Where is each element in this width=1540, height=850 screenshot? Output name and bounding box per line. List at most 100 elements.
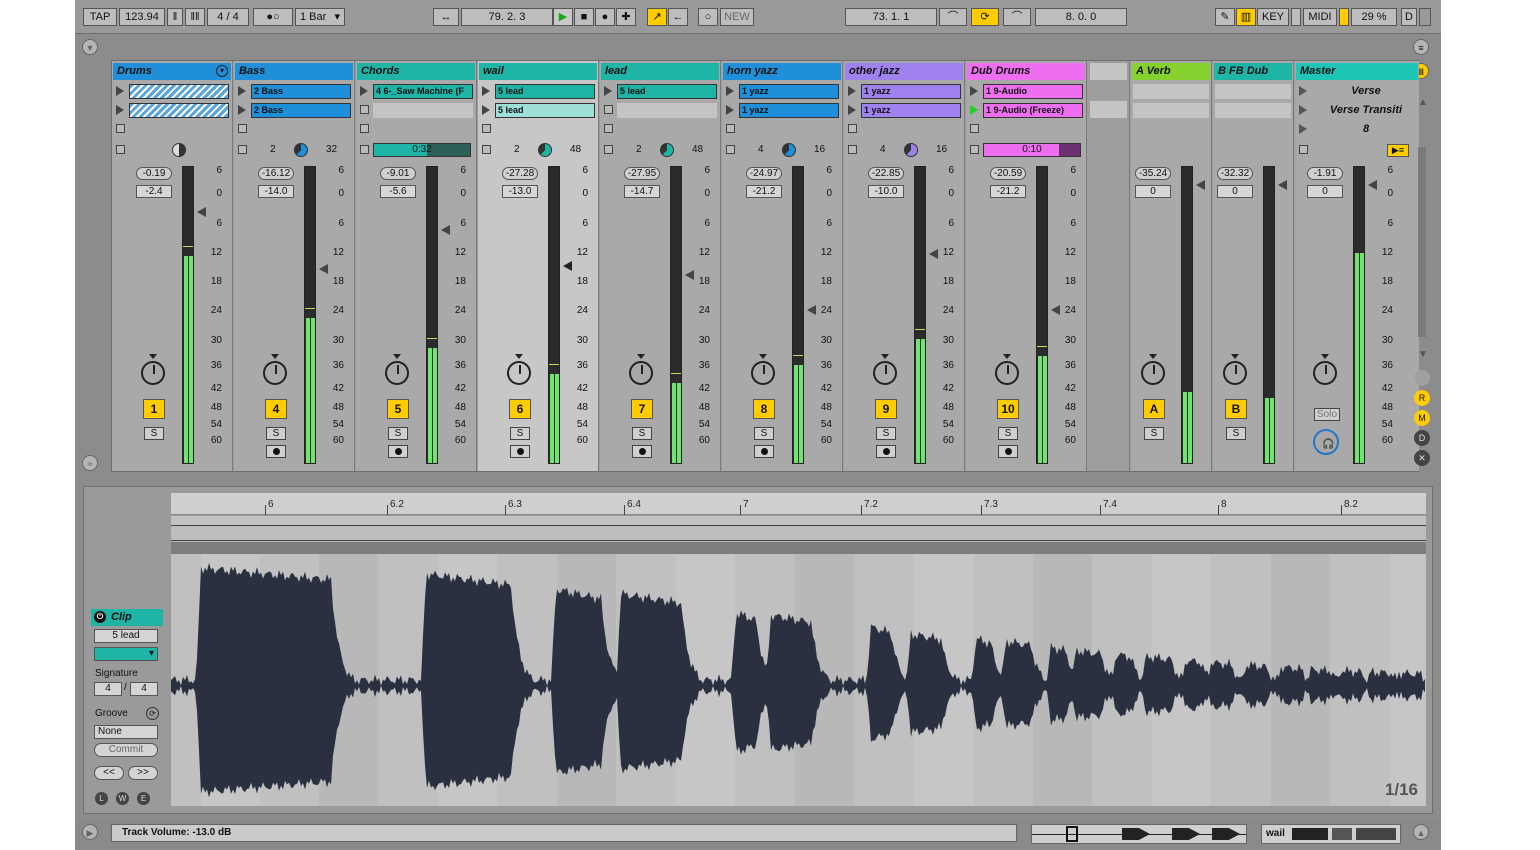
volume-field[interactable]: -14.0 bbox=[258, 185, 294, 198]
clip-slot[interactable]: 1 yazz bbox=[722, 101, 842, 120]
track-lead[interactable]: lead 5 lead 2 48 -27.95 -14.7 6 0 6 12 18 24 30 36 42 4… bbox=[600, 61, 721, 471]
scene[interactable]: Verse Transiti bbox=[1295, 101, 1419, 120]
clip-slot[interactable]: 1 yazz bbox=[844, 82, 964, 101]
track-activator-button[interactable]: 4 bbox=[265, 399, 287, 419]
clip-name-field[interactable]: 5 lead bbox=[94, 629, 158, 643]
volume-field[interactable]: -5.6 bbox=[380, 185, 416, 198]
metronome-button[interactable]: ●○ bbox=[253, 8, 293, 26]
peak-level-display[interactable]: -24.97 bbox=[746, 167, 782, 180]
clip-slot[interactable] bbox=[600, 101, 720, 120]
stop-clips-icon[interactable] bbox=[604, 124, 613, 133]
track-stop-icon[interactable] bbox=[360, 145, 369, 154]
peak-level-display[interactable]: -16.12 bbox=[258, 167, 294, 180]
peak-level-display[interactable]: -27.28 bbox=[502, 167, 538, 180]
solo-button[interactable]: S bbox=[998, 427, 1018, 440]
automation-arm-icon[interactable]: ↗ bbox=[647, 8, 667, 26]
clip[interactable]: 1 9-Audio bbox=[983, 84, 1083, 99]
sample-box-icon[interactable]: W bbox=[116, 792, 129, 805]
clip-color-dropdown[interactable]: ▾ bbox=[94, 647, 158, 661]
volume-field[interactable]: -21.2 bbox=[990, 185, 1026, 198]
clip[interactable]: 1 yazz bbox=[739, 103, 839, 118]
hide-detail-right-icon[interactable]: ▲ bbox=[1413, 824, 1429, 840]
scroll-down-icon[interactable]: ▼ bbox=[1418, 349, 1428, 360]
track-title[interactable]: Drums bbox=[113, 63, 231, 80]
scene-launch-icon[interactable] bbox=[1299, 105, 1307, 115]
pan-knob[interactable] bbox=[507, 361, 531, 385]
warp-marker-lanes[interactable] bbox=[171, 516, 1426, 559]
nudge-up-icon[interactable]: ‖‖ bbox=[185, 8, 205, 26]
peak-level-display[interactable]: -22.85 bbox=[868, 167, 904, 180]
stop-clips-icon[interactable] bbox=[238, 124, 247, 133]
master-track[interactable]: Master Verse Verse Transiti 8 ▶≡ -1.91 0 6 0 6 12 1… bbox=[1295, 61, 1419, 471]
track-activator-button[interactable]: 7 bbox=[631, 399, 653, 419]
volume-field[interactable]: -14.7 bbox=[624, 185, 660, 198]
stop-clips-icon[interactable] bbox=[482, 124, 491, 133]
track-title[interactable]: Bass bbox=[235, 63, 353, 80]
clip[interactable] bbox=[129, 84, 229, 99]
volume-fader[interactable] bbox=[1051, 305, 1060, 315]
clip-stop-icon[interactable] bbox=[360, 105, 369, 114]
clip[interactable]: 1 9-Audio (Freeze) bbox=[983, 103, 1083, 118]
solo-button[interactable]: S bbox=[876, 427, 896, 440]
clip[interactable]: 5 lead bbox=[495, 84, 595, 99]
track-activator-button[interactable]: 10 bbox=[997, 399, 1019, 419]
computer-keyboard-icon[interactable]: ▥ bbox=[1236, 8, 1256, 26]
clip-launch-icon[interactable] bbox=[848, 105, 856, 115]
clip[interactable]: 2 Bass bbox=[251, 84, 351, 99]
beat-ruler[interactable]: 6 6.2 6.3 6.4 7 7.2 7.3 7.4 8 8.2 bbox=[171, 493, 1426, 515]
volume-fader[interactable] bbox=[929, 249, 938, 259]
peak-level-display[interactable]: -27.95 bbox=[624, 167, 660, 180]
pan-knob[interactable] bbox=[995, 361, 1019, 385]
clip-slot[interactable]: 2 Bass bbox=[234, 82, 354, 101]
minimap-viewport[interactable] bbox=[1066, 826, 1078, 842]
scene[interactable]: Verse bbox=[1295, 82, 1419, 101]
cue-volume-knob[interactable]: 🎧 bbox=[1313, 429, 1339, 455]
empty-clip-slot[interactable] bbox=[617, 103, 717, 118]
groove-hot-swap-icon[interactable]: ⟳ bbox=[146, 707, 159, 720]
nudge-down-icon[interactable]: ‖ bbox=[167, 8, 183, 26]
solo-button[interactable]: S bbox=[510, 427, 530, 440]
stop-clips-icon[interactable] bbox=[848, 124, 857, 133]
selected-track-indicator[interactable]: wail bbox=[1261, 824, 1401, 844]
track-wail[interactable]: wail 5 lead 5 lead 2 48 -27.28 -13.0 6 0 6 12 18 24 3… bbox=[478, 61, 599, 471]
pan-knob[interactable] bbox=[385, 361, 409, 385]
clip[interactable] bbox=[129, 103, 229, 118]
follow-icon[interactable]: ↔ bbox=[433, 8, 459, 26]
arm-record-button[interactable] bbox=[876, 445, 896, 458]
group-fold-icon[interactable]: ▾ bbox=[216, 65, 228, 77]
solo-button[interactable]: S bbox=[266, 427, 286, 440]
solo-button[interactable]: S bbox=[388, 427, 408, 440]
song-position-field[interactable]: 79. 2. 3 bbox=[461, 8, 553, 26]
clip-launch-icon[interactable] bbox=[116, 86, 124, 96]
track-activator-button[interactable]: 6 bbox=[509, 399, 531, 419]
arm-record-button[interactable] bbox=[754, 445, 774, 458]
groove-pool-icon[interactable]: ≈ bbox=[82, 455, 98, 471]
clip-slot[interactable]: 2 Bass bbox=[234, 101, 354, 120]
delay-toggle-icon[interactable]: D bbox=[1414, 430, 1430, 446]
crossfade-assign-icon[interactable]: ▶≡ bbox=[1387, 144, 1409, 157]
add-icon[interactable]: ✚ bbox=[616, 8, 636, 26]
scene-name[interactable]: Verse Transiti bbox=[1315, 104, 1417, 116]
track-horn-yazz[interactable]: horn yazz 1 yazz 1 yazz 4 16 -24.97 -21.2 6 0 6 12… bbox=[722, 61, 843, 471]
track-dub-drums[interactable]: Dub Drums 1 9-Audio 1 9-Audio (Freeze) 0:10… bbox=[966, 61, 1087, 471]
clip-slot[interactable]: 5 lead bbox=[478, 101, 598, 120]
stop-clips-icon[interactable] bbox=[116, 124, 125, 133]
sample-waveform[interactable]: 1/16 bbox=[171, 554, 1426, 806]
clip-launch-icon[interactable] bbox=[238, 105, 246, 115]
draw-mode-icon[interactable]: ✎ bbox=[1215, 8, 1235, 26]
clip-launch-icon[interactable] bbox=[482, 105, 490, 115]
clip-launch-icon[interactable] bbox=[116, 105, 124, 115]
volume-fader[interactable] bbox=[441, 225, 450, 235]
solo-button[interactable]: S bbox=[754, 427, 774, 440]
new-button[interactable]: NEW bbox=[720, 8, 754, 26]
clip-slot[interactable] bbox=[112, 101, 232, 120]
volume-fader[interactable] bbox=[807, 305, 816, 315]
track-stop-icon[interactable] bbox=[970, 145, 979, 154]
return-activator-button[interactable]: A bbox=[1143, 399, 1165, 419]
scrollbar-thumb[interactable] bbox=[1418, 147, 1426, 337]
track-stop-icon[interactable] bbox=[116, 145, 125, 154]
scene-name[interactable]: Verse bbox=[1315, 85, 1417, 97]
clip[interactable]: 2 Bass bbox=[251, 103, 351, 118]
arm-record-button[interactable] bbox=[388, 445, 408, 458]
commit-button[interactable]: Commit bbox=[94, 743, 158, 757]
